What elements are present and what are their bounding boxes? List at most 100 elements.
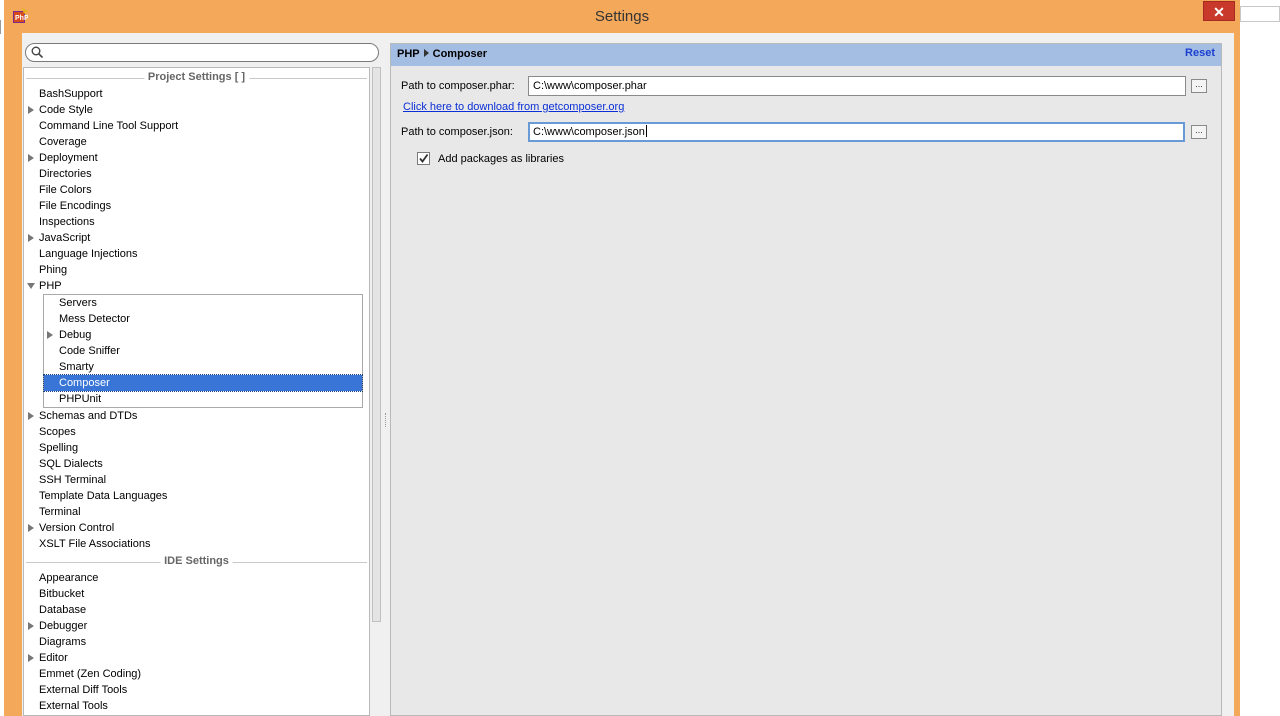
- close-button[interactable]: ✕: [1203, 1, 1235, 21]
- tree-item-label: SQL Dialects: [39, 458, 103, 470]
- json-path-input[interactable]: C:\www\composer.json: [528, 122, 1185, 142]
- tree-scrollbar[interactable]: [372, 67, 381, 716]
- tree-item-label: PHPUnit: [59, 393, 102, 405]
- tree-item-label: Scopes: [39, 426, 76, 438]
- expand-arrow-right-icon[interactable]: [28, 154, 34, 162]
- tree-item-label: Coverage: [39, 136, 87, 148]
- tree-item-label: PHP: [39, 280, 62, 292]
- json-path-label: Path to composer.json:: [401, 126, 513, 138]
- tree-item-composer[interactable]: Composer: [43, 374, 363, 392]
- tree-item-label: File Colors: [39, 184, 92, 196]
- expand-arrow-right-icon[interactable]: [28, 654, 34, 662]
- tree-item-smarty[interactable]: Smarty: [44, 359, 362, 375]
- tree-item-label: Mess Detector: [59, 313, 130, 325]
- tree-item-schemas-and-dtds[interactable]: Schemas and DTDs: [24, 408, 369, 424]
- tree-item-label: Debugger: [39, 620, 88, 632]
- tree-item-phing[interactable]: Phing: [24, 262, 369, 278]
- tree-item-coverage[interactable]: Coverage: [24, 134, 369, 150]
- tree-item-directories[interactable]: Directories: [24, 166, 369, 182]
- settings-window: PhP Settings ✕ Project Settings [] Bash…: [4, 0, 1240, 716]
- text-caret: [645, 125, 647, 137]
- search-input[interactable]: [48, 45, 372, 61]
- tree-item-label: Terminal: [39, 506, 81, 518]
- title-bar[interactable]: PhP Settings ✕: [4, 0, 1240, 33]
- tree-item-xslt-file-associations[interactable]: XSLT File Associations: [24, 536, 369, 552]
- tree-item-label: Smarty: [59, 361, 94, 373]
- tree-item-servers[interactable]: Servers: [44, 295, 362, 311]
- tree-item-label: Emmet (Zen Coding): [39, 668, 142, 680]
- composer-settings-panel: PHP Composer Reset Path to composer.phar:…: [390, 43, 1222, 716]
- tree-item-label: JavaScript: [39, 232, 91, 244]
- tree-item-debugger[interactable]: Debugger: [24, 618, 369, 634]
- add-packages-checkbox[interactable]: [417, 152, 430, 165]
- tree-item-deployment[interactable]: Deployment: [24, 150, 369, 166]
- tree-item-label: Servers: [59, 297, 97, 309]
- tree-item-label: Template Data Languages: [39, 490, 168, 502]
- desktop-background: [1242, 0, 1280, 716]
- expand-arrow-right-icon[interactable]: [28, 106, 34, 114]
- breadcrumb: PHP Composer: [397, 48, 487, 60]
- breadcrumb-separator-icon: [423, 49, 429, 57]
- tree-item-code-sniffer[interactable]: Code Sniffer: [44, 343, 362, 359]
- tree-item-sql-dialects[interactable]: SQL Dialects: [24, 456, 369, 472]
- tree-item-language-injections[interactable]: Language Injections: [24, 246, 369, 262]
- tree-item-label: Inspections: [39, 216, 95, 228]
- tree-item-version-control[interactable]: Version Control: [24, 520, 369, 536]
- tree-item-code-style[interactable]: Code Style: [24, 102, 369, 118]
- tree-scrollbar-thumb[interactable]: [372, 67, 381, 622]
- tree-item-label: Code Sniffer: [59, 345, 120, 357]
- expand-arrow-right-icon[interactable]: [28, 412, 34, 420]
- expand-arrow-right-icon[interactable]: [28, 622, 34, 630]
- tree-item-javascript[interactable]: JavaScript: [24, 230, 369, 246]
- tree-item-external-tools[interactable]: External Tools: [24, 698, 369, 714]
- tree-item-phpunit[interactable]: PHPUnit: [44, 391, 362, 407]
- tree-item-file-encodings[interactable]: File Encodings: [24, 198, 369, 214]
- tree-item-bitbucket[interactable]: Bitbucket: [24, 586, 369, 602]
- tree-item-external-diff-tools[interactable]: External Diff Tools: [24, 682, 369, 698]
- tree-item-label: Database: [39, 604, 87, 616]
- project-settings-label: Project Settings [ ]: [143, 71, 250, 83]
- search-field[interactable]: [25, 43, 379, 62]
- ide-settings-label: IDE Settings: [160, 555, 233, 567]
- tree-item-terminal[interactable]: Terminal: [24, 504, 369, 520]
- tree-item-diagrams[interactable]: Diagrams: [24, 634, 369, 650]
- expand-arrow-right-icon[interactable]: [28, 234, 34, 242]
- expand-arrow-right-icon[interactable]: [28, 524, 34, 532]
- tree-item-label: External Tools: [39, 700, 108, 712]
- tree-item-label: Version Control: [39, 522, 115, 534]
- tree-item-label: Editor: [39, 652, 68, 664]
- tree-item-php[interactable]: PHP: [24, 278, 369, 294]
- download-composer-link[interactable]: Click here to download from getcomposer.…: [403, 101, 624, 113]
- expand-arrow-down-icon[interactable]: [27, 283, 35, 289]
- tree-item-mess-detector[interactable]: Mess Detector: [44, 311, 362, 327]
- tree-item-inspections[interactable]: Inspections: [24, 214, 369, 230]
- window-title: Settings: [594, 8, 650, 25]
- php-subtree: Servers Mess Detector Debug Code Sniffer Sma…: [43, 294, 363, 408]
- tree-item-spelling[interactable]: Spelling: [24, 440, 369, 456]
- tree-item-ssh-terminal[interactable]: SSH Terminal: [24, 472, 369, 488]
- tree-item-scopes[interactable]: Scopes: [24, 424, 369, 440]
- tree-item-label: Directories: [39, 168, 92, 180]
- tree-item-debug[interactable]: Debug: [44, 327, 362, 343]
- phar-path-input[interactable]: C:\www\composer.phar: [528, 76, 1186, 96]
- tree-item-file-colors[interactable]: File Colors: [24, 182, 369, 198]
- tree-item-database[interactable]: Database: [24, 602, 369, 618]
- tree-item-bashsupport[interactable]: BashSupport: [24, 86, 369, 102]
- phar-browse-button[interactable]: ...: [1191, 79, 1207, 93]
- tree-item-appearance[interactable]: Appearance: [24, 570, 369, 586]
- tree-item-editor[interactable]: Editor: [24, 650, 369, 666]
- tree-item-label: Phing: [39, 264, 68, 276]
- reset-link[interactable]: Reset: [1185, 47, 1215, 59]
- tree-item-label: Appearance: [39, 572, 99, 584]
- panel-header: PHP Composer Reset: [391, 44, 1221, 66]
- tree-item-label: Bitbucket: [39, 588, 85, 600]
- tree-item-label: Schemas and DTDs: [39, 410, 138, 422]
- tree-item-command-line-tool-support[interactable]: Command Line Tool Support: [24, 118, 369, 134]
- add-packages-label[interactable]: Add packages as libraries: [438, 153, 564, 165]
- tree-item-emmet-zen-coding[interactable]: Emmet (Zen Coding): [24, 666, 369, 682]
- tree-item-label: Deployment: [39, 152, 98, 164]
- json-browse-button[interactable]: ...: [1191, 125, 1207, 139]
- tree-item-label: File Encodings: [39, 200, 112, 212]
- expand-arrow-right-icon[interactable]: [47, 331, 53, 339]
- tree-item-template-data-languages[interactable]: Template Data Languages: [24, 488, 369, 504]
